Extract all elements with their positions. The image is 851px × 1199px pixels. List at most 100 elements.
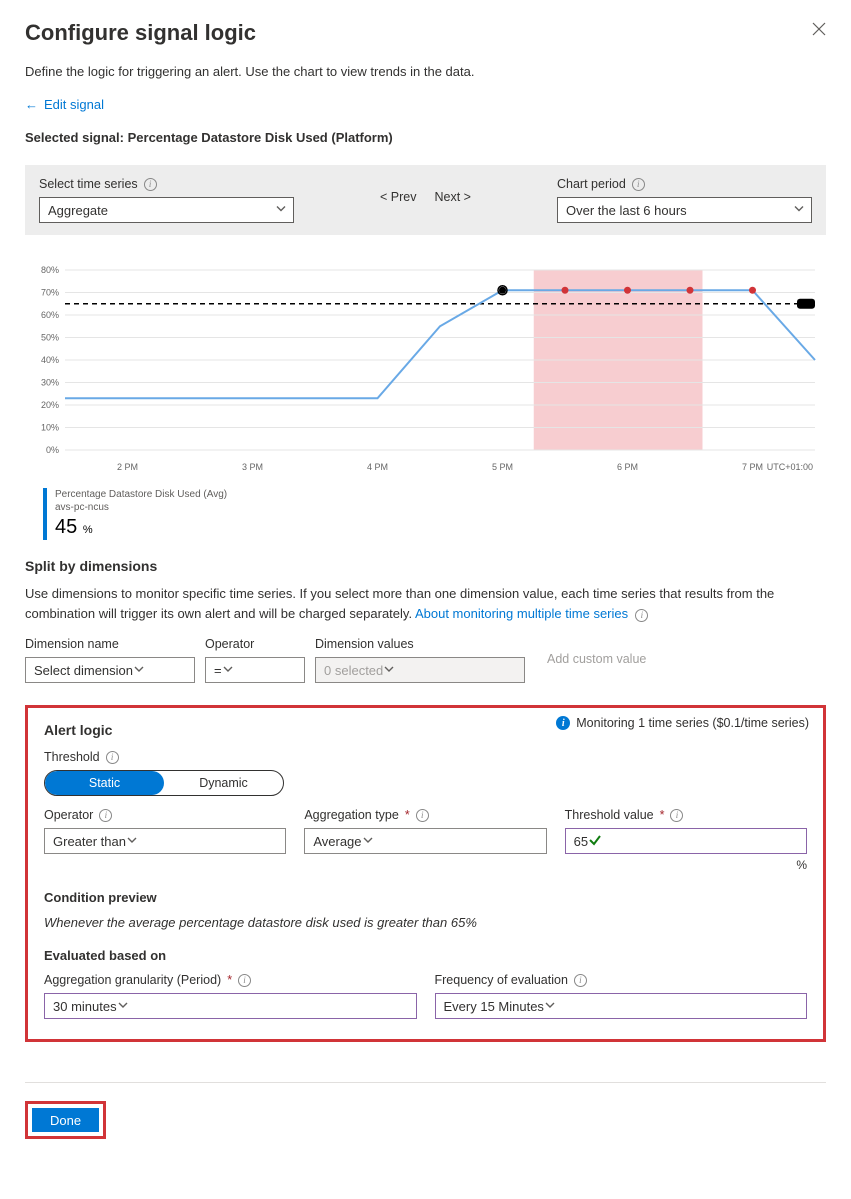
selected-signal: Selected signal: Percentage Datastore Di… [25,130,826,145]
threshold-value: 65 [574,834,588,849]
page-description: Define the logic for triggering an alert… [25,64,826,79]
aggregation-select[interactable]: Average [304,828,546,854]
svg-text:40%: 40% [41,355,59,365]
frequency-select[interactable]: Every 15 Minutes [435,993,808,1019]
chevron-down-icon [362,834,374,849]
next-button[interactable]: Next > [435,190,471,204]
timeseries-controls: Select time series i Aggregate < Prev Ne… [25,165,826,235]
info-icon[interactable]: i [670,809,683,822]
chart-period-value: Over the last 6 hours [566,203,687,218]
add-custom-value-link[interactable]: Add custom value [535,652,646,669]
threshold-static-option[interactable]: Static [45,771,164,795]
timeseries-nav: < Prev Next > [380,190,471,210]
chevron-down-icon [222,663,234,678]
threshold-value-label: Threshold value [565,808,654,822]
prev-button[interactable]: < Prev [380,190,416,204]
dimension-name-select[interactable]: Select dimension [25,657,195,683]
metric-chart: 0% 10% 20% 30% 40% 50% 60% 70% 80% 2 PM 3 PM 4 PM 5 … [25,260,826,480]
svg-text:60%: 60% [41,310,59,320]
info-icon[interactable]: i [106,751,119,764]
dimensions-help: Use dimensions to monitor specific time … [25,584,826,623]
svg-text:0%: 0% [46,445,59,455]
svg-text:50%: 50% [41,333,59,343]
granularity-label: Aggregation granularity (Period) [44,973,221,987]
legend-unit: % [83,524,93,536]
timeseries-select-label: Select time series [39,177,138,191]
info-icon[interactable]: i [144,178,157,191]
dimensions-help-text: Use dimensions to monitor specific time … [25,586,774,621]
chart-period-label: Chart period [557,177,626,191]
svg-text:3 PM: 3 PM [242,462,263,472]
done-button[interactable]: Done [32,1108,99,1132]
evaluated-title: Evaluated based on [44,948,807,963]
info-icon[interactable]: i [99,809,112,822]
dimension-operator-label: Operator [205,637,305,651]
chevron-down-icon [275,203,287,218]
threshold-dynamic-option[interactable]: Dynamic [164,771,283,795]
svg-text:5 PM: 5 PM [492,462,513,472]
dimension-operator-value: = [214,663,222,678]
svg-text:20%: 20% [41,400,59,410]
svg-text:UTC+01:00: UTC+01:00 [767,462,813,472]
info-icon[interactable]: i [238,974,251,987]
monitoring-info-text: Monitoring 1 time series ($0.1/time seri… [576,716,809,730]
info-icon[interactable]: i [632,178,645,191]
granularity-value: 30 minutes [53,999,117,1014]
chevron-down-icon [117,999,129,1014]
chevron-down-icon [793,203,805,218]
operator-label: Operator [44,808,93,822]
info-icon: i [556,716,570,730]
alert-logic-section: i Monitoring 1 time series ($0.1/time se… [25,705,826,1042]
threshold-value-input[interactable]: 65 [565,828,807,854]
close-icon[interactable] [812,22,826,39]
granularity-select[interactable]: 30 minutes [44,993,417,1019]
chart-legend: Percentage Datastore Disk Used (Avg) avs… [25,488,826,540]
monitoring-info: i Monitoring 1 time series ($0.1/time se… [556,716,809,730]
legend-color-bar [43,488,47,540]
dimension-operator-select[interactable]: = [205,657,305,683]
edit-signal-link[interactable]: ← Edit signal [25,97,104,112]
selected-signal-label: Selected signal: [25,130,124,145]
frequency-label: Frequency of evaluation [435,973,568,987]
legend-value: 45 [55,516,77,538]
chart-period-select[interactable]: Over the last 6 hours [557,197,812,223]
info-icon[interactable]: i [416,809,429,822]
page-title: Configure signal logic [25,20,826,46]
info-icon[interactable]: i [574,974,587,987]
info-icon[interactable]: i [635,609,648,622]
legend-resource: avs-pc-ncus [55,501,227,514]
done-button-highlight: Done [25,1101,106,1139]
svg-text:2 PM: 2 PM [117,462,138,472]
condition-preview-text: Whenever the average percentage datastor… [44,915,807,930]
svg-text:7 PM: 7 PM [742,462,763,472]
chevron-down-icon [133,663,145,678]
threshold-toggle[interactable]: Static Dynamic [44,770,284,796]
required-marker: * [660,808,665,822]
arrow-left-icon: ← [25,97,38,112]
svg-text:80%: 80% [41,265,59,275]
svg-text:70%: 70% [41,288,59,298]
legend-series-name: Percentage Datastore Disk Used (Avg) [55,488,227,501]
aggregation-value: Average [313,834,361,849]
dimension-row: Dimension name Select dimension Operator… [25,637,826,683]
threshold-label: Threshold [44,750,100,764]
condition-preview-title: Condition preview [44,890,807,905]
dimension-values-value: 0 selected [324,663,383,678]
frequency-value: Every 15 Minutes [444,999,544,1014]
operator-select[interactable]: Greater than [44,828,286,854]
dimension-values-select[interactable]: 0 selected [315,657,525,683]
required-marker: * [405,808,410,822]
edit-signal-label: Edit signal [44,97,104,112]
operator-value: Greater than [53,834,126,849]
dimension-values-label: Dimension values [315,637,525,651]
svg-text:30%: 30% [41,378,59,388]
aggregation-label: Aggregation type [304,808,399,822]
chevron-down-icon [544,999,556,1014]
svg-text:4 PM: 4 PM [367,462,388,472]
selected-signal-value: Percentage Datastore Disk Used (Platform… [128,130,393,145]
dimensions-help-link[interactable]: About monitoring multiple time series [415,606,628,621]
dimension-name-value: Select dimension [34,663,133,678]
svg-text:10%: 10% [41,423,59,433]
timeseries-select[interactable]: Aggregate [39,197,294,223]
timeseries-select-value: Aggregate [48,203,108,218]
